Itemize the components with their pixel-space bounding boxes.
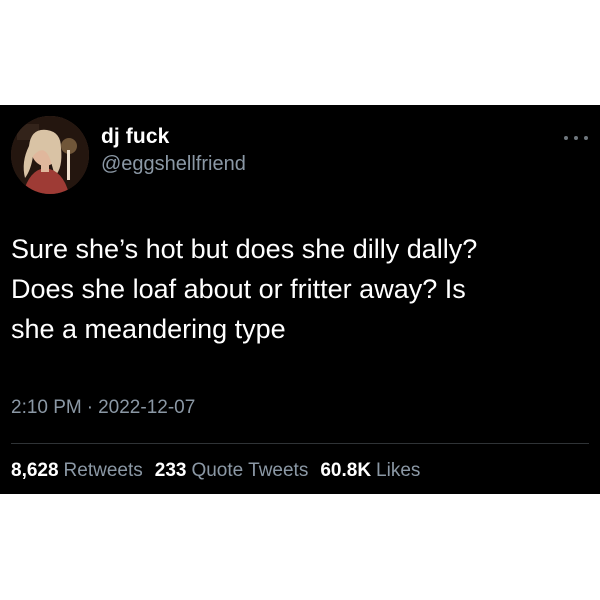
profile-photo-icon [11,116,89,194]
dot [574,136,578,140]
quote-tweets-label: Quote Tweets [191,460,309,481]
timestamp-separator: · [86,397,94,418]
tweet-author: dj fuck @eggshellfriend [101,125,246,176]
retweets-count: 8,628 [11,460,59,481]
dot [564,136,568,140]
avatar[interactable] [11,116,89,194]
likes-stat[interactable]: 60.8K Likes [320,459,420,483]
tweet-timestamp[interactable]: 2:10 PM · 2022-12-07 [11,397,195,419]
divider [11,443,589,444]
tweet-stats: 8,628 Retweets 233 Quote Tweets 60.8K Li… [11,459,432,483]
dot [584,136,588,140]
retweets-label: Retweets [63,460,143,481]
tweet-date: 2022-12-07 [98,397,196,418]
more-horizontal-icon[interactable] [564,133,588,143]
likes-label: Likes [376,460,421,481]
tweet-time: 2:10 PM [11,397,82,418]
retweets-stat[interactable]: 8,628 Retweets [11,459,143,483]
quote-tweets-count: 233 [154,460,187,481]
quote-tweets-stat[interactable]: 233 Quote Tweets [155,459,309,483]
user-handle[interactable]: @eggshellfriend [101,152,246,176]
tweet-text: Sure she’s hot but does she dilly dally?… [11,234,478,344]
likes-count: 60.8K [320,460,372,481]
tweet-card: dj fuck @eggshellfriend Sure she’s hot b… [0,105,600,494]
display-name[interactable]: dj fuck [101,125,246,149]
